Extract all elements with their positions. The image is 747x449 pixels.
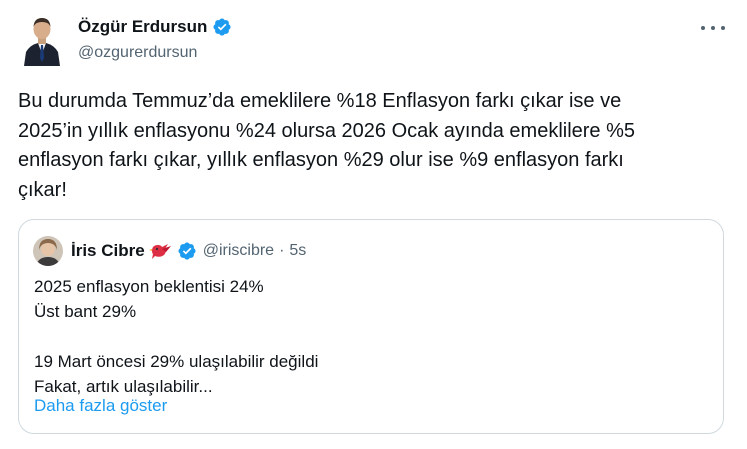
quoted-tweet-text: 2025 enflasyon beklentisi 24% Üst bant 2… [34, 277, 319, 396]
author-info: Özgür Erdursun @ozgurerdursun [78, 16, 232, 63]
author-handle[interactable]: @ozgurerdursun [78, 43, 232, 63]
quoted-author-name: İris Cibre [71, 241, 145, 260]
separator-dot: · [279, 242, 285, 259]
tweet-text: Bu durumda Temmuz’da emeklilere %18 Enfl… [18, 90, 636, 201]
quoted-tweet[interactable]: İris Cibre @iriscibre · 5s 2025 enflasyo… [18, 219, 724, 434]
author-name[interactable]: Özgür Erdursun [78, 16, 207, 38]
quoted-tweet-header: İris Cibre @iriscibre · 5s [33, 236, 306, 266]
quoted-author-avatar[interactable] [33, 236, 63, 266]
show-more-link[interactable]: Daha fazla göster [34, 396, 167, 416]
more-options-icon[interactable] [701, 20, 725, 36]
tweet: Özgür Erdursun @ozgurerdursun Bu durumda… [0, 0, 747, 449]
quoted-author-handle: @iriscibre [202, 242, 275, 259]
quoted-timestamp[interactable]: 5s [289, 242, 306, 260]
bird-emoji-icon [148, 241, 173, 261]
quoted-verified-badge-icon[interactable] [177, 241, 197, 261]
author-avatar[interactable] [22, 14, 62, 66]
verified-badge-icon[interactable] [212, 17, 232, 37]
